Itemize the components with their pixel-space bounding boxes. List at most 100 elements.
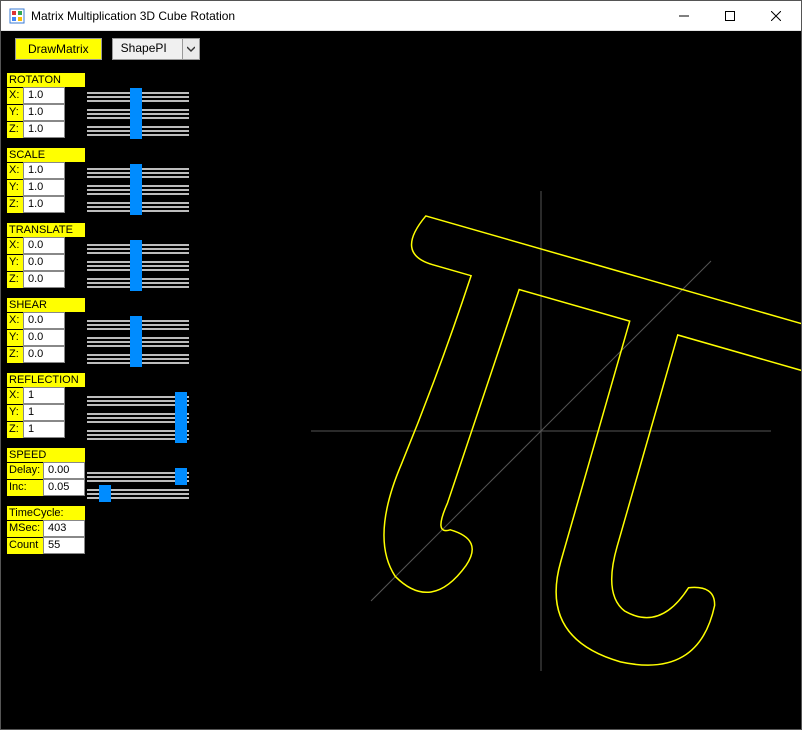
reflection-x-slider[interactable] — [87, 392, 189, 409]
translate-y-value[interactable]: 0.0 — [23, 254, 65, 271]
rotation-sliders — [87, 73, 189, 139]
toolbar: DrawMatrix ShapePI — [15, 37, 200, 61]
shear-z-label: Z: — [7, 346, 23, 363]
reflection-header: REFLECTION — [7, 373, 85, 387]
timecycle-count-label: Count — [7, 537, 43, 554]
reflection-row-x: X:1 — [7, 387, 85, 404]
reflection-z-slider[interactable] — [87, 426, 189, 443]
app-window: Matrix Multiplication 3D Cube Rotation D… — [0, 0, 802, 730]
rotation-x-slider[interactable] — [87, 88, 189, 105]
timecycle-msec-value: 403 — [43, 520, 85, 537]
scale-row-y: Y:1.0 — [7, 179, 85, 196]
rotation-row-x: X:1.0 — [7, 87, 85, 104]
rotation-z-label: Z: — [7, 121, 23, 138]
translate-x-label: X: — [7, 237, 23, 254]
shear-row-z: Z:0.0 — [7, 346, 85, 363]
shear-x-label: X: — [7, 312, 23, 329]
client-area: DrawMatrix ShapePI ROTATON X:1.0 Y:1.0 Z… — [1, 31, 801, 729]
pi-shape — [316, 214, 801, 691]
rotation-row-y: Y:1.0 — [7, 104, 85, 121]
timecycle-header: TimeCycle: — [7, 506, 85, 520]
scale-sliders — [87, 149, 189, 215]
reflection-x-label: X: — [7, 387, 23, 404]
shear-header: SHEAR — [7, 298, 85, 312]
scale-section: SCALE X:1.0 Y:1.0 Z:1.0 — [7, 148, 85, 213]
rotation-z-slider[interactable] — [87, 122, 189, 139]
shear-z-value[interactable]: 0.0 — [23, 346, 65, 363]
reflection-z-label: Z: — [7, 421, 23, 438]
scale-row-x: X:1.0 — [7, 162, 85, 179]
scale-header: SCALE — [7, 148, 85, 162]
timecycle-section: TimeCycle: MSec:403 Count55 — [7, 506, 85, 554]
close-button[interactable] — [753, 1, 799, 31]
rotation-header: ROTATON — [7, 73, 85, 87]
rotation-y-label: Y: — [7, 104, 23, 121]
scale-y-value[interactable]: 1.0 — [23, 179, 65, 196]
shape-select-value: ShapePI — [112, 38, 182, 60]
timecycle-count-value: 55 — [43, 537, 85, 554]
translate-row-z: Z:0.0 — [7, 271, 85, 288]
shear-row-y: Y:0.0 — [7, 329, 85, 346]
rotation-z-value[interactable]: 1.0 — [23, 121, 65, 138]
shear-y-slider[interactable] — [87, 333, 189, 350]
rotation-y-value[interactable]: 1.0 — [23, 104, 65, 121]
reflection-row-y: Y:1 — [7, 404, 85, 421]
rotation-y-slider[interactable] — [87, 105, 189, 122]
shear-row-x: X:0.0 — [7, 312, 85, 329]
timecycle-row-count: Count55 — [7, 537, 85, 554]
shear-section: SHEAR X:0.0 Y:0.0 Z:0.0 — [7, 298, 85, 363]
shear-x-value[interactable]: 0.0 — [23, 312, 65, 329]
shear-z-slider[interactable] — [87, 350, 189, 367]
reflection-z-value[interactable]: 1 — [23, 421, 65, 438]
translate-row-x: X:0.0 — [7, 237, 85, 254]
shear-sliders — [87, 301, 189, 367]
minimize-button[interactable] — [661, 1, 707, 31]
translate-z-slider[interactable] — [87, 274, 189, 291]
translate-y-label: Y: — [7, 254, 23, 271]
scale-y-label: Y: — [7, 179, 23, 196]
speed-sliders — [87, 453, 189, 502]
translate-x-value[interactable]: 0.0 — [23, 237, 65, 254]
translate-header: TRANSLATE — [7, 223, 85, 237]
reflection-sliders — [87, 377, 189, 443]
speed-section: SPEED Delay:0.00 Inc:0.05 — [7, 448, 85, 496]
speed-delay-value[interactable]: 0.00 — [43, 462, 85, 479]
slider-column — [87, 73, 189, 512]
scale-z-slider[interactable] — [87, 198, 189, 215]
shape-select[interactable]: ShapePI — [112, 38, 200, 60]
translate-z-value[interactable]: 0.0 — [23, 271, 65, 288]
reflection-row-z: Z:1 — [7, 421, 85, 438]
timecycle-msec-label: MSec: — [7, 520, 43, 537]
reflection-y-label: Y: — [7, 404, 23, 421]
chevron-down-icon[interactable] — [182, 38, 200, 60]
titlebar: Matrix Multiplication 3D Cube Rotation — [1, 1, 801, 31]
translate-y-slider[interactable] — [87, 257, 189, 274]
draw-matrix-button[interactable]: DrawMatrix — [15, 38, 102, 60]
window-title: Matrix Multiplication 3D Cube Rotation — [31, 9, 661, 23]
translate-z-label: Z: — [7, 271, 23, 288]
reflection-y-value[interactable]: 1 — [23, 404, 65, 421]
speed-inc-slider[interactable] — [87, 485, 189, 502]
rotation-row-z: Z:1.0 — [7, 121, 85, 138]
maximize-button[interactable] — [707, 1, 753, 31]
scale-z-value[interactable]: 1.0 — [23, 196, 65, 213]
scale-z-label: Z: — [7, 196, 23, 213]
speed-delay-slider[interactable] — [87, 468, 189, 485]
reflection-x-value[interactable]: 1 — [23, 387, 65, 404]
rotation-x-value[interactable]: 1.0 — [23, 87, 65, 104]
app-icon — [9, 8, 25, 24]
scale-x-value[interactable]: 1.0 — [23, 162, 65, 179]
control-panel: ROTATON X:1.0 Y:1.0 Z:1.0 SCALE X:1.0 Y:… — [7, 73, 85, 564]
reflection-y-slider[interactable] — [87, 409, 189, 426]
timecycle-row-msec: MSec:403 — [7, 520, 85, 537]
speed-inc-value[interactable]: 0.05 — [43, 479, 85, 496]
shear-x-slider[interactable] — [87, 316, 189, 333]
translate-sliders — [87, 225, 189, 291]
axes-icon — [311, 191, 771, 671]
scale-x-slider[interactable] — [87, 164, 189, 181]
shear-y-value[interactable]: 0.0 — [23, 329, 65, 346]
translate-x-slider[interactable] — [87, 240, 189, 257]
speed-header: SPEED — [7, 448, 85, 462]
shear-y-label: Y: — [7, 329, 23, 346]
scale-y-slider[interactable] — [87, 181, 189, 198]
